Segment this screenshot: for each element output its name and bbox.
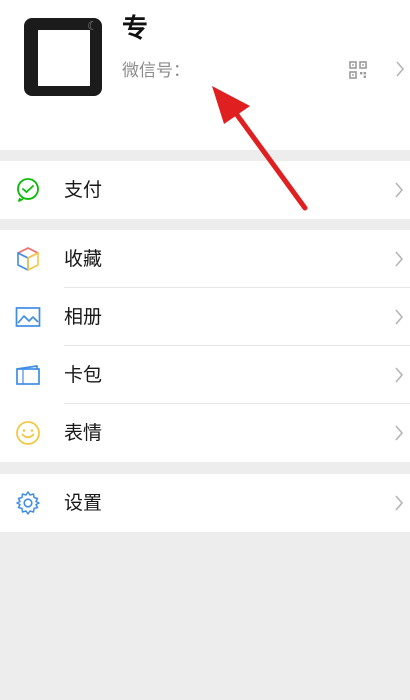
chevron-right-icon	[395, 425, 404, 441]
menu-item-pay[interactable]: 支付	[0, 161, 410, 219]
card-icon	[16, 365, 40, 385]
cube-icon	[17, 247, 39, 271]
chevron-right-icon	[395, 309, 404, 325]
chevron-right-icon	[395, 182, 404, 198]
menu-item-favorites[interactable]: 收藏	[0, 230, 410, 288]
smiley-icon	[16, 421, 40, 445]
wechat-pay-icon	[17, 178, 39, 202]
menu-item-settings[interactable]: 设置	[0, 474, 410, 532]
menu-label-pay: 支付	[64, 179, 103, 201]
menu-item-album[interactable]: 相册	[0, 288, 410, 346]
chevron-right-icon	[395, 495, 404, 511]
gear-icon	[16, 491, 40, 515]
menu-label-favorites: 收藏	[64, 248, 103, 270]
qr-code-icon[interactable]	[349, 61, 367, 79]
chevron-right-icon	[395, 251, 404, 267]
pay-group: 支付	[0, 161, 410, 219]
settings-group: 设置	[0, 474, 410, 532]
menu-label-stickers: 表情	[64, 422, 103, 444]
profile-header[interactable]: ☾ 专 微信号：	[0, 0, 410, 150]
profile-name: 专	[122, 14, 149, 44]
menu-label-album: 相册	[64, 306, 103, 328]
chevron-right-icon	[396, 61, 405, 77]
avatar-image	[38, 30, 90, 86]
avatar-corner-mark: ☾	[87, 19, 98, 33]
chevron-right-icon	[395, 367, 404, 383]
picture-icon	[15, 307, 41, 327]
menu-item-cards[interactable]: 卡包	[0, 346, 410, 404]
menu-label-settings: 设置	[64, 492, 103, 514]
wechat-id-label: 微信号：	[122, 61, 190, 81]
menu-item-stickers[interactable]: 表情	[0, 404, 410, 462]
avatar[interactable]: ☾	[24, 18, 102, 96]
features-group: 收藏 相册 卡包 表情	[0, 230, 410, 462]
menu-label-cards: 卡包	[64, 364, 103, 386]
